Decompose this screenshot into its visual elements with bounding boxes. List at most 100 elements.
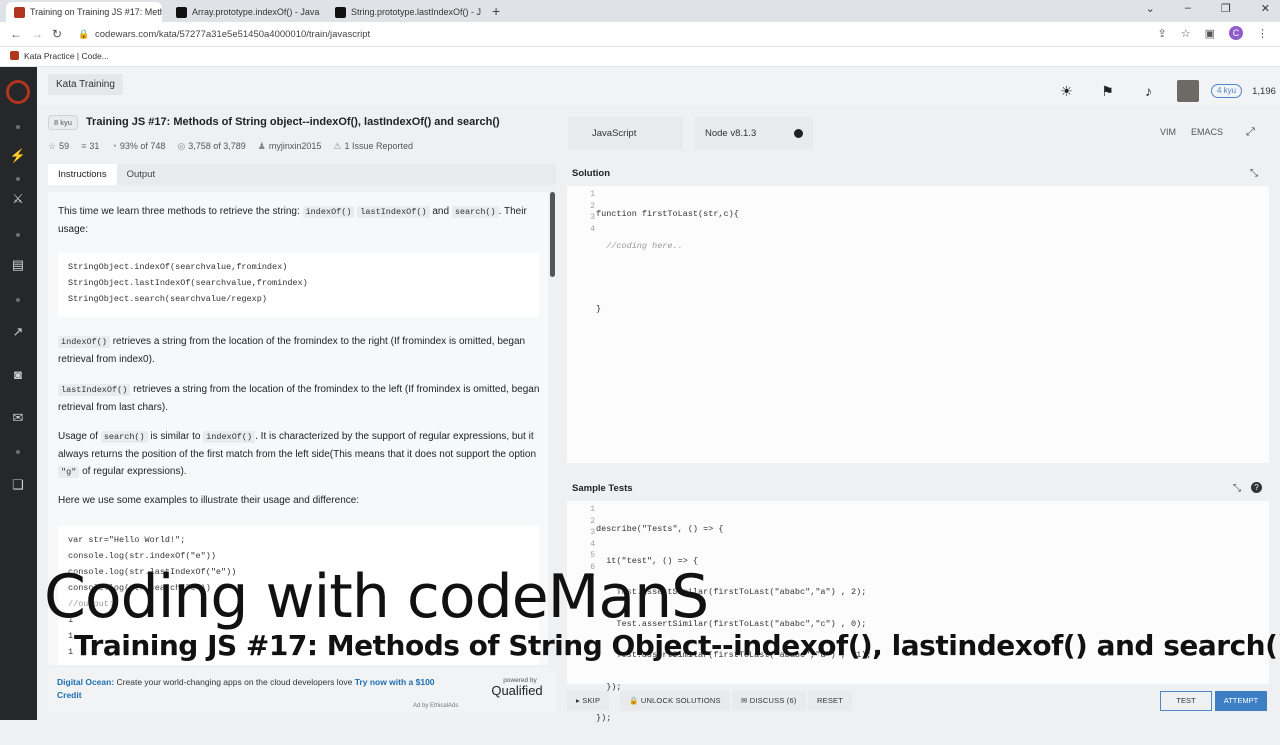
- discuss-button[interactable]: ✉ DISCUSS (6): [732, 691, 806, 711]
- solution-code[interactable]: function firstToLast(str,c){ //coding he…: [596, 189, 739, 335]
- inline-code: indexOf(): [58, 336, 110, 348]
- kata-title: Training JS #17: Methods of String objec…: [85, 116, 500, 128]
- browser-tab-2[interactable]: Array.prototype.indexOf() - JavaS ×: [168, 2, 320, 22]
- kata-title-row: 8 kyu Training JS #17: Methods of String…: [48, 112, 558, 132]
- tab-search-icon[interactable]: ⌄: [1146, 2, 1155, 15]
- bookmark-icon[interactable]: ⚑: [1087, 83, 1128, 100]
- close-window-icon[interactable]: ✕: [1261, 2, 1270, 15]
- skip-button[interactable]: ▸ SKIP: [567, 691, 610, 711]
- code-line: var str="Hello World!";: [68, 535, 186, 545]
- minimize-icon[interactable]: –: [1185, 2, 1191, 15]
- restore-icon[interactable]: ❐: [1221, 2, 1231, 15]
- qualified-logo[interactable]: Qualified: [482, 684, 552, 697]
- window-controls: ⌄ – ❐ ✕: [1146, 2, 1270, 15]
- theme-sun-icon[interactable]: ☀: [1046, 83, 1087, 100]
- inline-code: indexOf(): [302, 206, 355, 218]
- issues-stat[interactable]: ⚠ 1 Issue Reported: [333, 141, 413, 152]
- target-icon: ◎: [177, 141, 186, 151]
- bookmark-item[interactable]: Kata Practice | Code...: [24, 51, 109, 61]
- browser-tab-3[interactable]: String.prototype.lastIndexOf() - J ×: [327, 2, 487, 22]
- code-line: StringObject.search(searchvalue/regexp): [68, 294, 267, 304]
- back-icon[interactable]: ←: [10, 27, 22, 41]
- version-label: Node v8.1.3: [705, 128, 757, 139]
- sidebar-icon[interactable]: ▣: [1205, 27, 1215, 40]
- emacs-mode-button[interactable]: EMACS: [1191, 127, 1223, 137]
- solution-title: Solution: [572, 168, 610, 179]
- solution-header: Solution: [567, 164, 1269, 184]
- bookmark-star-icon[interactable]: ☆: [1181, 27, 1191, 40]
- code-line: StringObject.lastIndexOf(searchvalue,fro…: [68, 278, 308, 288]
- thumbs-up-icon: ◔: [111, 141, 117, 151]
- discord-icon[interactable]: ◙: [9, 367, 27, 382]
- satisfaction-stat: ◔ 93% of 748: [111, 141, 165, 152]
- browser-tab-1[interactable]: Training on Training JS #17: Meth ×: [6, 2, 162, 22]
- forward-icon[interactable]: →: [31, 27, 43, 41]
- video-title-caption: Training JS #17: Methods of String Objec…: [74, 629, 1280, 662]
- language-select[interactable]: JavaScript: [568, 117, 683, 150]
- stars-stat[interactable]: ☆ 59: [48, 141, 69, 152]
- honor-score: 1,196: [1252, 85, 1276, 97]
- description-scrollbar[interactable]: [550, 192, 555, 277]
- solution-editor[interactable]: 1234 function firstToLast(str,c){ //codi…: [567, 186, 1269, 463]
- url-field[interactable]: codewars.com/kata/57277a31e5e51450a40000…: [95, 29, 370, 40]
- nav-dot: [16, 177, 20, 181]
- breadcrumb[interactable]: Kata Training: [48, 74, 123, 95]
- expand-icon[interactable]: ⤡: [1250, 168, 1258, 179]
- ad-byline[interactable]: Ad by EthicalAds: [413, 700, 458, 713]
- nav-dot: [16, 298, 20, 302]
- docs-book-icon[interactable]: ❏: [9, 477, 27, 493]
- chevron-down-icon: [794, 129, 803, 138]
- help-icon[interactable]: ?: [1251, 482, 1262, 493]
- lock-icon[interactable]: 🔒: [78, 29, 89, 40]
- briefcase-icon[interactable]: ▤: [9, 257, 27, 273]
- new-tab-icon[interactable]: +: [492, 3, 500, 19]
- ad-body: Create your world-changing apps on the c…: [116, 677, 353, 687]
- fullscreen-icon[interactable]: ⤢: [1246, 126, 1255, 139]
- avatar[interactable]: [1177, 80, 1199, 102]
- header-right: ☀ ⚑ ♪ 4 kyu 1,196: [1046, 80, 1276, 102]
- reload-icon[interactable]: ↻: [52, 27, 62, 41]
- leaderboard-icon[interactable]: ↗: [9, 324, 27, 340]
- codewars-logo-icon[interactable]: [6, 80, 30, 104]
- unlock-solutions-button[interactable]: 🔒 UNLOCK SOLUTIONS: [620, 691, 730, 711]
- inline-code: search(): [451, 206, 499, 218]
- collections-count: 31: [89, 141, 100, 151]
- menu-icon[interactable]: ⋮: [1257, 27, 1268, 40]
- chat-icon[interactable]: ✉: [9, 410, 27, 426]
- code-line: function firstToLast(str,c){: [596, 209, 739, 219]
- profile-avatar[interactable]: C: [1229, 26, 1243, 40]
- practice-icon[interactable]: ⚔: [9, 191, 27, 207]
- inline-code: "g": [58, 466, 80, 478]
- nav-dot: [16, 233, 20, 237]
- user-rank-badge[interactable]: 4 kyu: [1211, 84, 1243, 98]
- user-icon: ♟: [257, 141, 266, 151]
- code-line: StringObject.indexOf(searchvalue,fromind…: [68, 262, 288, 272]
- stars-count: 59: [59, 141, 70, 151]
- close-tab-icon[interactable]: ×: [486, 2, 487, 22]
- issues-value: 1 Issue Reported: [344, 141, 414, 151]
- training-icon[interactable]: ⚡: [9, 148, 27, 164]
- collections-stat[interactable]: ≡ 31: [81, 141, 99, 152]
- usage-code-block: StringObject.indexOf(searchvalue,fromind…: [58, 253, 539, 317]
- expand-icon[interactable]: ⤡: [1233, 483, 1241, 494]
- reset-button[interactable]: RESET: [808, 691, 853, 711]
- version-select[interactable]: Node v8.1.3: [695, 117, 813, 150]
- tab-instructions[interactable]: Instructions: [48, 164, 117, 185]
- inline-code: lastIndexOf(): [357, 206, 430, 218]
- instruction-tabs: Instructions Output: [48, 164, 556, 185]
- attempt-button[interactable]: ATTEMPT: [1215, 691, 1267, 711]
- vim-mode-button[interactable]: VIM: [1160, 127, 1176, 137]
- discuss-label: DISCUSS (6): [749, 696, 797, 705]
- warning-icon: ⚠: [333, 141, 342, 151]
- test-button[interactable]: TEST: [1160, 691, 1212, 711]
- share-icon[interactable]: ⇪: [1158, 27, 1167, 40]
- text: is similar to: [150, 431, 201, 442]
- tab-title: Array.prototype.indexOf() - JavaS: [192, 7, 320, 17]
- notifications-bell-icon[interactable]: ♪: [1128, 83, 1169, 99]
- author-stat[interactable]: ♟ myjinxin2015: [258, 141, 322, 152]
- star-icon: ☆: [48, 141, 57, 151]
- skip-label: SKIP: [582, 696, 601, 705]
- ad-brand[interactable]: Digital Ocean:: [57, 677, 114, 687]
- tab-output[interactable]: Output: [117, 164, 166, 185]
